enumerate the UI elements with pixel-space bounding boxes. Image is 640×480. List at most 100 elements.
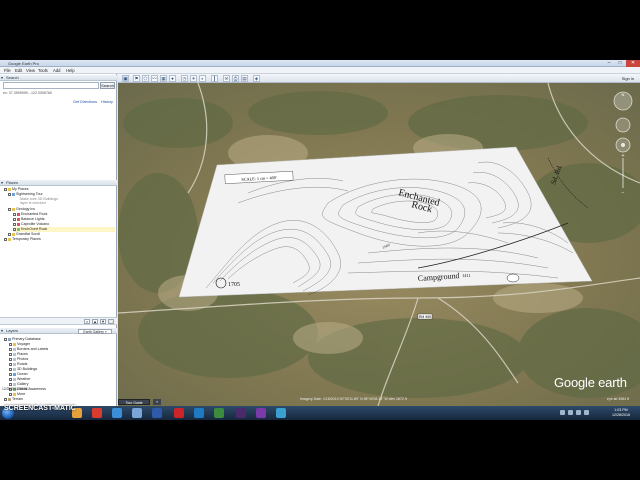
menu-help[interactable]: Help	[66, 67, 75, 74]
buildings-icon	[13, 367, 16, 371]
move-joystick-knob-icon	[621, 143, 625, 147]
checkbox-icon[interactable]	[9, 382, 12, 386]
fullscreen-icon[interactable]: □	[108, 319, 114, 324]
ruler-icon[interactable]: ┃	[211, 75, 218, 82]
menu-file[interactable]: File	[4, 67, 11, 74]
maps-icon[interactable]: ◈	[253, 75, 260, 82]
zoom-in-icon[interactable]: +	[622, 153, 625, 159]
premiere-icon[interactable]	[236, 408, 246, 418]
volume-icon[interactable]	[576, 410, 581, 415]
checkbox-icon[interactable]	[13, 212, 16, 216]
layers-gallery-row: Earth Gallery »	[78, 328, 117, 336]
sidebar-toggle-icon[interactable]: ▣	[122, 75, 129, 82]
chrome-icon[interactable]	[92, 408, 102, 418]
checkbox-icon[interactable]	[8, 192, 11, 196]
earth-view-svg: RM 965 SCALE: 1 cm = 400' Enchanted Rock…	[118, 83, 640, 406]
checkbox-icon[interactable]	[9, 357, 12, 361]
print-icon[interactable]: ⎙	[232, 75, 239, 82]
add-polygon-icon[interactable]: ⬠	[142, 75, 149, 82]
checkbox-icon[interactable]	[9, 392, 12, 396]
app-icon[interactable]	[174, 408, 184, 418]
checkbox-icon[interactable]	[4, 397, 7, 401]
sign-in-link[interactable]: Sign in	[622, 74, 634, 83]
checkbox-icon[interactable]	[13, 217, 16, 221]
up-arrow-icon[interactable]: ▲	[92, 319, 98, 324]
word-icon[interactable]	[152, 408, 162, 418]
search-button[interactable]: Search	[100, 82, 115, 89]
menu-add[interactable]: Add	[53, 67, 60, 74]
tour-guide-arrow[interactable]: ‹›	[153, 399, 161, 405]
search-example: ex: 37.3599999, -122.0006760	[3, 91, 52, 95]
checkbox-icon[interactable]	[13, 227, 16, 231]
photos-icon	[13, 357, 16, 361]
sun-icon[interactable]: ☀	[190, 75, 197, 82]
email-icon[interactable]: ✉	[223, 75, 230, 82]
search-input[interactable]	[3, 82, 99, 89]
checkbox-icon[interactable]	[8, 207, 11, 211]
pin-icon	[17, 217, 20, 221]
menu-tools[interactable]: Tools	[38, 67, 48, 74]
clock-time: 1:03 PM	[614, 408, 628, 412]
add-placemark-icon[interactable]: ⚑	[133, 75, 140, 82]
earth-gallery-button[interactable]: Earth Gallery »	[78, 329, 112, 334]
search-panel-header[interactable]: Search	[0, 75, 117, 81]
checkbox-icon[interactable]	[9, 342, 12, 346]
places-panel-header[interactable]: Places	[0, 180, 117, 186]
zoom-out-icon[interactable]: −	[622, 190, 625, 196]
add-path-icon[interactable]: 〰	[151, 75, 158, 82]
maximize-button[interactable]: □	[615, 60, 625, 67]
app-icon[interactable]	[194, 408, 204, 418]
look-joystick-icon[interactable]	[615, 117, 631, 133]
historical-imagery-icon[interactable]: ◷	[181, 75, 188, 82]
weather-icon	[13, 377, 16, 381]
down-arrow-icon[interactable]: ▼	[100, 319, 106, 324]
places-item[interactable]: Temporary Places	[4, 237, 41, 242]
folder-icon	[8, 237, 11, 241]
earth-view[interactable]: RM 965 SCALE: 1 cm = 400' Enchanted Rock…	[118, 83, 640, 406]
app-icon[interactable]	[214, 408, 224, 418]
checkbox-icon[interactable]	[9, 372, 12, 376]
checkbox-icon[interactable]	[9, 347, 12, 351]
places-item: layer is checked	[20, 201, 46, 205]
checkbox-icon[interactable]	[9, 362, 12, 366]
save-image-icon[interactable]: ▤	[241, 75, 248, 82]
close-button[interactable]: ✕	[626, 60, 640, 67]
menu-edit[interactable]: Edit	[15, 67, 22, 74]
get-directions-link[interactable]: Get Directions	[73, 100, 97, 104]
checkbox-icon[interactable]	[9, 377, 12, 381]
menu-view[interactable]: View	[26, 67, 35, 74]
folder-icon	[12, 207, 15, 211]
checkbox-icon[interactable]	[4, 237, 7, 241]
image-overlay-icon[interactable]: ▦	[160, 75, 167, 82]
minimize-button[interactable]: –	[604, 60, 614, 67]
planets-icon[interactable]: ◐	[199, 75, 206, 82]
map-area: ▣ ⚑ ⬠ 〰 ▦ ● ◷ ☀ ◐ ┃ ✉ ⎙ ▤ ◈ Sign in RM 9…	[118, 74, 640, 406]
checkbox-icon[interactable]	[9, 367, 12, 371]
checkbox-icon[interactable]	[13, 222, 16, 226]
app-icon[interactable]	[256, 408, 266, 418]
ie-icon[interactable]	[112, 408, 122, 418]
screen: Google Earth Pro – □ ✕ File Edit View To…	[0, 60, 640, 420]
checkbox-icon[interactable]	[4, 187, 7, 191]
tour-guide-button[interactable]: Tour Guide	[118, 399, 150, 405]
google-earth-icon[interactable]	[132, 408, 142, 418]
app-icon[interactable]	[276, 408, 286, 418]
folder-icon	[12, 232, 15, 236]
search-icon[interactable]: ⌕	[84, 319, 90, 324]
taskbar: 1:03 PM 12/28/2016	[0, 406, 640, 420]
pin-icon	[17, 222, 20, 226]
network-icon[interactable]	[584, 410, 589, 415]
history-link[interactable]: History	[101, 100, 113, 104]
checkbox-icon[interactable]	[8, 232, 11, 236]
google-earth-logo: Google earth	[554, 375, 627, 390]
search-links: Get Directions History	[70, 100, 113, 104]
layer-item[interactable]: Terrain	[4, 397, 23, 402]
checkbox-icon[interactable]	[9, 352, 12, 356]
checkbox-icon[interactable]	[4, 337, 7, 341]
places-toolbar: ⌕ ▲ ▼ □	[0, 317, 117, 325]
record-tour-icon[interactable]: ●	[169, 75, 176, 82]
tray-icon[interactable]	[568, 410, 573, 415]
overlay-elev2: 1411	[462, 273, 471, 278]
clock[interactable]: 1:03 PM 12/28/2016	[612, 408, 630, 417]
tray-icon[interactable]	[560, 410, 565, 415]
